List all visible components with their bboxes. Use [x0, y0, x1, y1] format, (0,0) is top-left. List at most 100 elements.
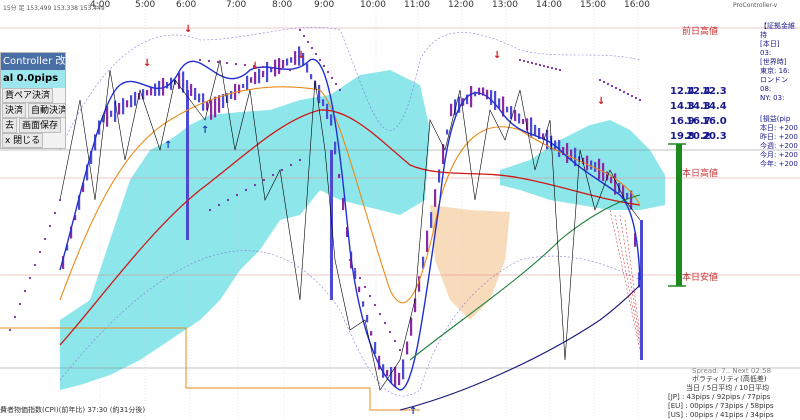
- candle: [494, 91, 497, 110]
- info-line: 本日: +200: [760, 124, 798, 132]
- psar-dot: [368, 294, 372, 298]
- psar-dot: [33, 263, 37, 267]
- candle: [290, 57, 293, 63]
- candle: [242, 83, 245, 89]
- volatility-row: [EU] : 00pips / 73pips / 58pips: [668, 402, 774, 410]
- info-line: [世界時]: [760, 58, 787, 66]
- psar-dot: [614, 86, 618, 90]
- psar-dot: [298, 158, 302, 162]
- arrow-up-icon: ↑: [409, 406, 417, 417]
- psar-dot: [358, 276, 362, 280]
- time-label: 14:00: [536, 0, 562, 10]
- psar-dot: [638, 98, 642, 102]
- volatility-panel: ボラティリティ(高低差) 当日 / 5日平均 / 10日平均 [JP] : 43…: [668, 375, 800, 420]
- psar-dot: [558, 68, 562, 72]
- psar-dot: [353, 267, 357, 271]
- info-line: 昨日: +200: [760, 133, 798, 141]
- candle: [394, 366, 397, 388]
- psar-dot: [302, 34, 306, 38]
- psar-dot: [334, 82, 338, 86]
- psar-dot: [522, 59, 526, 63]
- candle: [566, 143, 569, 163]
- candle: [522, 118, 525, 125]
- psar-dot: [289, 163, 293, 167]
- info-line: ロンドン 08:: [760, 76, 788, 93]
- psar-dot: [53, 211, 57, 215]
- info-line: 03:: [760, 49, 772, 57]
- psar-dot: [253, 183, 257, 187]
- info-line: 【証拠金維持: [760, 22, 795, 39]
- psar-dot: [330, 76, 334, 80]
- psar-dot: [598, 78, 602, 82]
- psar-dot: [235, 193, 239, 197]
- candle: [210, 100, 213, 120]
- psar-dot: [310, 46, 314, 50]
- psar-dot: [198, 58, 202, 62]
- candle: [318, 84, 321, 104]
- psar-dot: [318, 58, 322, 62]
- ohl-cell: 12.4: [670, 86, 695, 97]
- psar-dot: [23, 289, 27, 293]
- volatility-row: [JP] : 43pips / 92pips / 77pips: [668, 393, 771, 401]
- economic-event: 費者物価指数(CPI)(前年比) 37:30 (約31分後): [0, 406, 146, 414]
- auto-settle-button[interactable]: 自動決済: [28, 103, 65, 118]
- time-label: 15:00: [580, 0, 606, 10]
- panel-title[interactable]: Controller 改: [1, 53, 65, 70]
- info-line: NY: 03:: [760, 94, 785, 102]
- candle: [294, 51, 297, 65]
- remove-button[interactable]: 去: [2, 118, 18, 133]
- candle: [262, 70, 265, 78]
- psar-dot: [634, 96, 638, 100]
- ohl-cell: 16.7: [686, 116, 711, 127]
- candle: [374, 342, 377, 354]
- psar-dot: [393, 339, 397, 343]
- pair-settle-button[interactable]: 貨ペア決済: [2, 88, 54, 103]
- candle: [586, 155, 589, 171]
- info-line: [本日]: [760, 40, 780, 48]
- ohl-cell: 14.3: [686, 101, 711, 112]
- candle: [150, 87, 153, 96]
- close-button[interactable]: x 閉じる: [2, 133, 44, 148]
- psar-dot: [208, 208, 212, 212]
- spread-readout: Spread: 7.. Next 02:58: [692, 367, 772, 375]
- candle: [514, 109, 517, 122]
- prev-high-label: 前日高値: [682, 27, 719, 37]
- candle: [590, 160, 593, 170]
- psar-dot: [243, 63, 247, 67]
- psar-dot: [602, 80, 606, 84]
- ohl-cell: 12.3: [702, 86, 727, 97]
- candle: [626, 192, 629, 200]
- time-label: 9:00: [314, 0, 335, 10]
- screen-save-button[interactable]: 画面保存: [19, 118, 62, 133]
- candle: [194, 87, 197, 101]
- candle: [254, 71, 257, 85]
- candle: [366, 314, 369, 323]
- ohl-cell: 19.8: [670, 131, 695, 142]
- candle: [266, 61, 269, 83]
- psar-dot: [363, 285, 367, 289]
- time-label: 16:00: [624, 0, 650, 10]
- psar-dot: [526, 60, 530, 64]
- candle: [434, 189, 437, 207]
- candle: [534, 124, 537, 137]
- candle: [430, 212, 433, 228]
- ichimoku-cloud-orange: [430, 205, 510, 320]
- candle: [154, 83, 157, 96]
- psar-dot: [546, 65, 550, 69]
- candle: [450, 103, 453, 117]
- psar-dot: [610, 84, 614, 88]
- psar-dot: [338, 88, 342, 92]
- account-info: 【証拠金維持 [本日] 03: [世界時] 東京: 16: ロンドン 08: N…: [760, 22, 800, 169]
- psar-dot: [306, 40, 310, 44]
- candle: [130, 95, 133, 108]
- candle: [362, 301, 365, 307]
- arrow-down-icon: ↓: [184, 24, 192, 35]
- psar-dot: [38, 250, 42, 254]
- psar-dot: [626, 92, 630, 96]
- psar-dot: [326, 70, 330, 74]
- psar-dot: [271, 173, 275, 177]
- settle-button[interactable]: 決済: [2, 103, 27, 118]
- psar-dot: [244, 188, 248, 192]
- psar-dot: [217, 203, 221, 207]
- candle: [442, 144, 445, 164]
